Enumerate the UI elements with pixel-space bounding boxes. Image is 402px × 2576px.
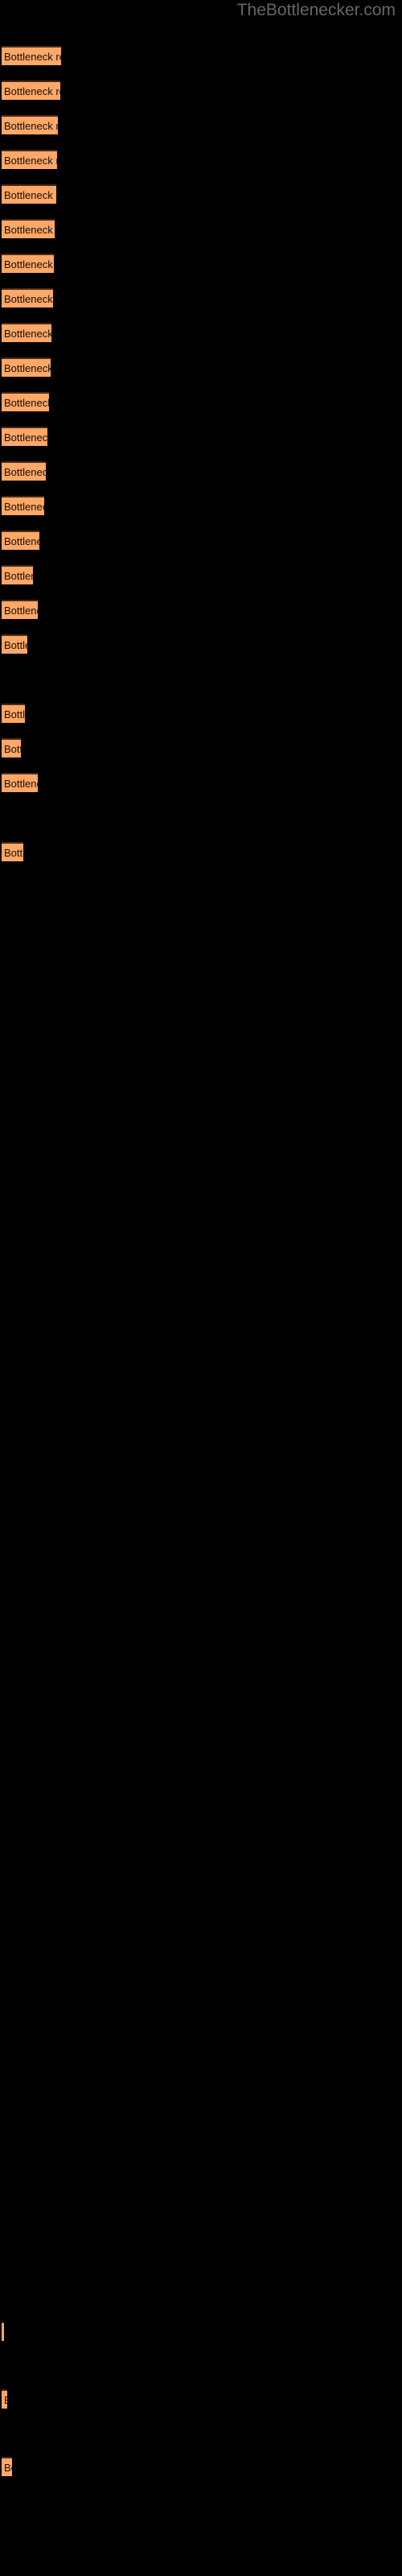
- bar[interactable]: Bottleneck result: [2, 738, 21, 758]
- bar-label: Bottleneck result: [4, 397, 49, 409]
- bar-label: Bottleneck result: [4, 258, 54, 270]
- bar[interactable]: Bottleneck result: [2, 115, 58, 134]
- bar[interactable]: Bottleneck result: [2, 530, 39, 550]
- bar[interactable]: Bottleneck result: [2, 254, 54, 273]
- bar-label: Bottleneck result: [4, 189, 56, 201]
- bar-label: Bottleneck result: [4, 708, 25, 720]
- bar[interactable]: Bottleneck result: [2, 2457, 12, 2476]
- bar-label: Bottleneck result: [4, 466, 46, 478]
- bar-label: Bottleneck result: [4, 155, 57, 167]
- bar-label: Bottleneck result: [4, 362, 51, 374]
- bar[interactable]: Bottleneck result: [2, 357, 51, 377]
- bar[interactable]: Bottleneck result: [2, 46, 61, 65]
- bar-label: Bottleneck result: [4, 431, 47, 444]
- bar[interactable]: Bottleneck result: [2, 2389, 7, 2409]
- bar-label: Bottleneck result: [4, 501, 44, 513]
- bar[interactable]: Bottleneck result: [2, 634, 27, 654]
- bar-label: Bottleneck result: [4, 120, 58, 132]
- bar-label: Bottleneck result: [4, 328, 51, 340]
- bar-label: Bottleneck result: [4, 639, 27, 651]
- bar[interactable]: Bottleneck result: [2, 392, 49, 411]
- bar-label: Bottleneck result: [4, 847, 23, 859]
- bar[interactable]: Bottleneck result: [2, 600, 38, 619]
- bar-label: Bottleneck result: [4, 85, 60, 97]
- bar[interactable]: Bottleneck result: [2, 427, 47, 446]
- bar[interactable]: Bottleneck result: [2, 80, 60, 100]
- bar[interactable]: Bottleneck result: [2, 288, 53, 308]
- bar-label: Bottleneck result: [4, 570, 33, 582]
- bar[interactable]: Bottleneck result: [2, 461, 46, 481]
- bar[interactable]: Bottleneck result: [2, 565, 33, 584]
- bar[interactable]: Bottleneck result: [2, 150, 57, 169]
- bar[interactable]: Bottleneck result: [2, 2322, 4, 2341]
- bar[interactable]: Bottleneck result: [2, 773, 38, 792]
- bar[interactable]: Bottleneck result: [2, 496, 44, 515]
- bar-label: Bottleneck result: [4, 293, 53, 305]
- bar[interactable]: Bottleneck result: [2, 842, 23, 861]
- bar-label: Bottleneck result: [4, 224, 55, 236]
- bar-series: Bottleneck result Bottleneck result Bottle…: [0, 0, 402, 2576]
- bar-label: Bottleneck result: [4, 743, 21, 755]
- bar-label: Bottleneck result: [4, 2462, 12, 2474]
- bar-label: Bottleneck result: [4, 778, 38, 790]
- bar[interactable]: Bottleneck result: [2, 219, 55, 238]
- bar-label: Bottleneck result: [4, 535, 39, 547]
- bar-label: Bottleneck result: [4, 51, 61, 63]
- bar[interactable]: Bottleneck result: [2, 323, 51, 342]
- bottleneck-bar-chart: TheBottlenecker.com Bottleneck resultBot…: [0, 0, 402, 2576]
- bar-label: Bottleneck result: [4, 605, 38, 617]
- bar-label: Bottleneck result: [4, 2392, 7, 2409]
- bar[interactable]: Bottleneck result: [2, 184, 56, 204]
- bar[interactable]: Bottleneck result: [2, 704, 25, 723]
